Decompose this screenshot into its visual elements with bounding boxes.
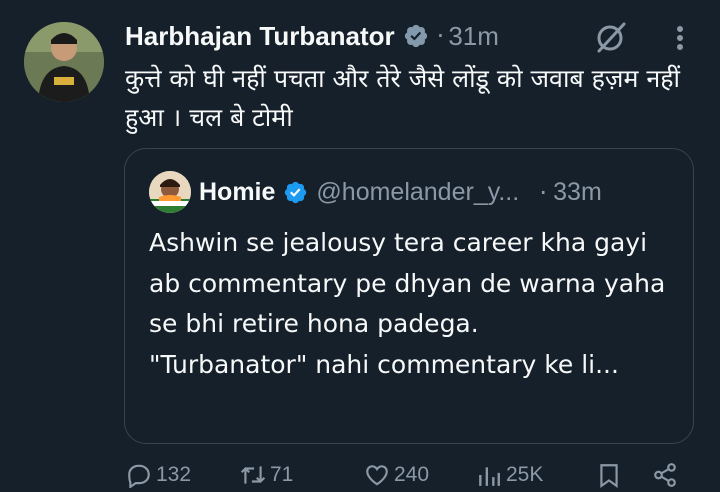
verified-blue-icon <box>285 181 307 203</box>
share-icon <box>654 463 676 487</box>
separator: · <box>436 22 445 50</box>
repost-button[interactable]: 71 <box>240 462 293 488</box>
tweet-text: कुत्ते को घी नहीं पचता और तेरे जैसे लोंड… <box>125 64 680 132</box>
views-icon <box>479 467 500 486</box>
quoted-author-avatar <box>149 171 191 213</box>
quoted-author-name: Homie <box>199 177 276 206</box>
reply-button[interactable]: 132 <box>126 462 191 488</box>
views-count: 25K <box>506 463 544 486</box>
like-count: 240 <box>394 463 430 486</box>
quoted-text: Ashwin se jealousy tera career kha gayi … <box>149 228 666 379</box>
quoted-tweet[interactable]: Homie @homelander_y... · 33m Ashwin se j… <box>124 148 694 444</box>
verified-gray-icon <box>404 24 427 48</box>
quoted-header: Homie @homelander_y... · 33m <box>199 173 602 211</box>
separator: · <box>539 177 548 207</box>
bookmark-icon <box>600 464 618 488</box>
views-button[interactable]: 25K <box>476 462 543 488</box>
like-icon <box>366 465 388 486</box>
tweet-header: Harbhajan Turbanator · 31m <box>125 18 499 54</box>
tweet-time[interactable]: 31m <box>448 21 499 52</box>
share-button[interactable] <box>652 462 682 488</box>
bookmark-button[interactable] <box>596 462 626 488</box>
reply-count: 132 <box>156 463 192 486</box>
author-name[interactable]: Harbhajan Turbanator <box>125 21 395 52</box>
quoted-time: 33m <box>553 177 602 206</box>
like-button[interactable]: 240 <box>364 462 429 488</box>
repost-icon <box>240 466 266 484</box>
more-icon[interactable] <box>668 22 692 54</box>
reply-icon <box>128 464 150 488</box>
repost-count: 71 <box>270 463 294 486</box>
quoted-handle: @homelander_y... <box>316 177 520 206</box>
author-avatar[interactable] <box>24 22 104 102</box>
grok-icon[interactable] <box>594 20 628 54</box>
